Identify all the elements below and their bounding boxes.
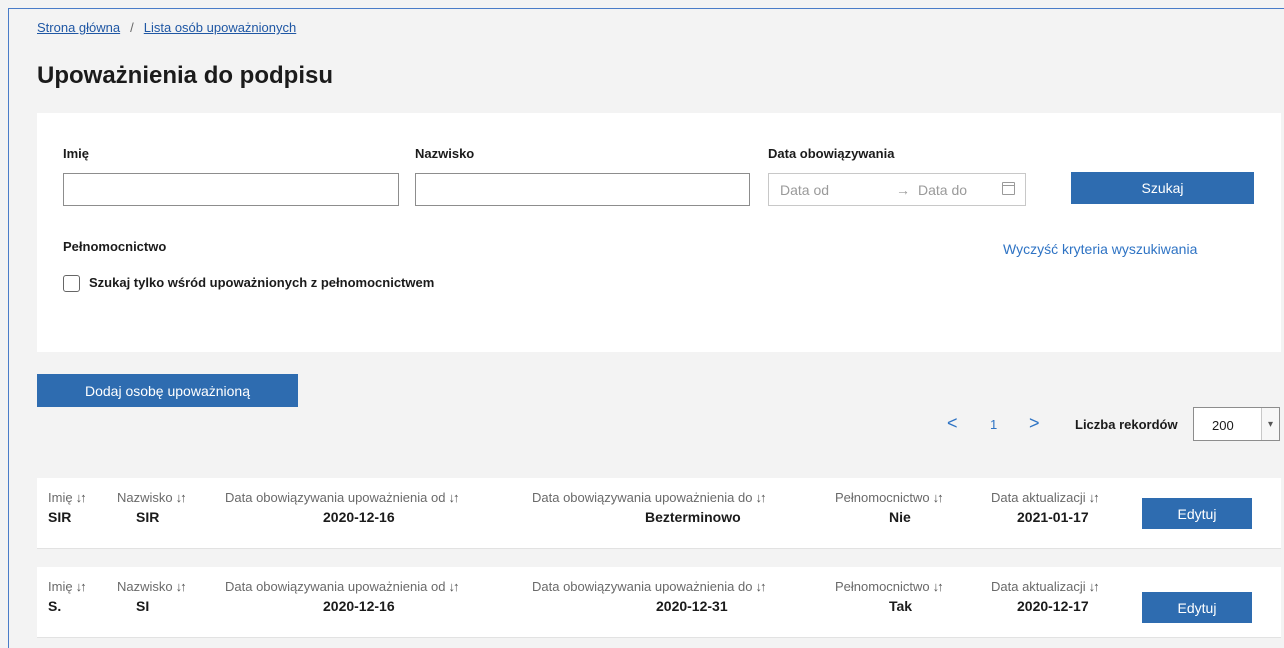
- column-header-valid-from[interactable]: Data obowiązywania upoważnienia od ↓↑: [225, 490, 459, 505]
- breadcrumb: Strona główna / Lista osób upoważnionych: [37, 20, 296, 35]
- first-name-input[interactable]: [63, 173, 399, 206]
- column-header-power-of-attorney[interactable]: Pełnomocnictwo ↓↑: [835, 579, 944, 594]
- cell-power-of-attorney: Tak: [889, 598, 913, 614]
- breadcrumb-current-link[interactable]: Lista osób upoważnionych: [144, 20, 297, 35]
- arrow-right-icon: →: [896, 181, 910, 198]
- date-to-field[interactable]: Data do: [918, 182, 1008, 198]
- page-title: Upoważnienia do podpisu: [37, 62, 333, 89]
- edit-button[interactable]: Edytuj: [1142, 498, 1252, 529]
- power-of-attorney-label: Pełnomocnictwo: [63, 239, 167, 254]
- column-header-updated[interactable]: Data aktualizacji ↓↑: [991, 490, 1100, 505]
- pagination-next-button[interactable]: >: [1029, 413, 1040, 434]
- cell-first-name: SIR: [48, 509, 72, 525]
- search-button[interactable]: Szukaj: [1071, 172, 1254, 204]
- sort-icon[interactable]: ↓↑: [448, 579, 459, 594]
- column-header-valid-from[interactable]: Data obowiązywania upoważnienia od ↓↑: [225, 579, 459, 594]
- pagination-page-1[interactable]: 1: [990, 417, 997, 432]
- column-header-first-name[interactable]: Imię ↓↑: [48, 579, 87, 594]
- column-header-updated[interactable]: Data aktualizacji ↓↑: [991, 579, 1100, 594]
- sort-icon[interactable]: ↓↑: [176, 579, 187, 594]
- cell-valid-to: Bezterminowo: [645, 509, 741, 525]
- column-header-first-name[interactable]: Imię ↓↑: [48, 490, 87, 505]
- sort-icon[interactable]: ↓↑: [933, 490, 944, 505]
- power-of-attorney-only-label[interactable]: Szukaj tylko wśród upoważnionych z pełno…: [89, 275, 434, 290]
- search-filter-panel: Imię Nazwisko Data obowiązywania Data od…: [37, 113, 1281, 352]
- breadcrumb-home-link[interactable]: Strona główna: [37, 20, 120, 35]
- sort-icon[interactable]: ↓↑: [176, 490, 187, 505]
- date-from-field[interactable]: Data od: [780, 182, 896, 198]
- column-header-power-of-attorney[interactable]: Pełnomocnictwo ↓↑: [835, 490, 944, 505]
- records-per-page-label: Liczba rekordów: [1075, 417, 1178, 432]
- cell-valid-to: 2020-12-31: [656, 598, 728, 614]
- cell-last-name: SIR: [136, 509, 160, 525]
- cell-first-name: S.: [48, 598, 62, 614]
- cell-power-of-attorney: Nie: [889, 509, 911, 525]
- column-header-valid-to[interactable]: Data obowiązywania upoważnienia do ↓↑: [532, 490, 766, 505]
- column-header-last-name[interactable]: Nazwisko ↓↑: [117, 490, 187, 505]
- table-row: Imię ↓↑ Nazwisko ↓↑ Data obowiązywania upo…: [37, 478, 1281, 549]
- sort-icon[interactable]: ↓↑: [76, 579, 87, 594]
- chevron-down-icon[interactable]: ▾: [1261, 408, 1279, 440]
- validity-date-label: Data obowiązywania: [768, 146, 895, 161]
- records-per-page-select[interactable]: 200 ▾: [1193, 407, 1280, 441]
- sort-icon[interactable]: ↓↑: [933, 579, 944, 594]
- column-header-last-name[interactable]: Nazwisko ↓↑: [117, 579, 187, 594]
- sort-icon[interactable]: ↓↑: [448, 490, 459, 505]
- table-row: Imię ↓↑ Nazwisko ↓↑ Data obowiązywania upo…: [37, 567, 1281, 638]
- calendar-icon[interactable]: [1002, 182, 1015, 195]
- sort-icon[interactable]: ↓↑: [76, 490, 87, 505]
- sort-icon[interactable]: ↓↑: [755, 579, 766, 594]
- edit-button[interactable]: Edytuj: [1142, 592, 1252, 623]
- pagination-prev-button[interactable]: <: [947, 413, 958, 434]
- column-header-valid-to[interactable]: Data obowiązywania upoważnienia do ↓↑: [532, 579, 766, 594]
- cell-updated: 2021-01-17: [1017, 509, 1089, 525]
- last-name-input[interactable]: [415, 173, 750, 206]
- cell-valid-from: 2020-12-16: [323, 509, 395, 525]
- first-name-label: Imię: [63, 146, 90, 161]
- cell-valid-from: 2020-12-16: [323, 598, 395, 614]
- last-name-label: Nazwisko: [415, 146, 475, 161]
- date-range-picker[interactable]: Data od → Data do: [768, 173, 1026, 206]
- cell-updated: 2020-12-17: [1017, 598, 1089, 614]
- cell-last-name: SI: [136, 598, 150, 614]
- add-authorized-person-button[interactable]: Dodaj osobę upoważnioną: [37, 374, 298, 407]
- clear-search-criteria-link[interactable]: Wyczyść kryteria wyszukiwania: [1003, 241, 1197, 257]
- sort-icon[interactable]: ↓↑: [755, 490, 766, 505]
- records-per-page-value: 200: [1212, 418, 1234, 433]
- sort-icon[interactable]: ↓↑: [1089, 579, 1100, 594]
- sort-icon[interactable]: ↓↑: [1089, 490, 1100, 505]
- power-of-attorney-only-checkbox[interactable]: [63, 275, 80, 292]
- breadcrumb-separator: /: [130, 20, 134, 35]
